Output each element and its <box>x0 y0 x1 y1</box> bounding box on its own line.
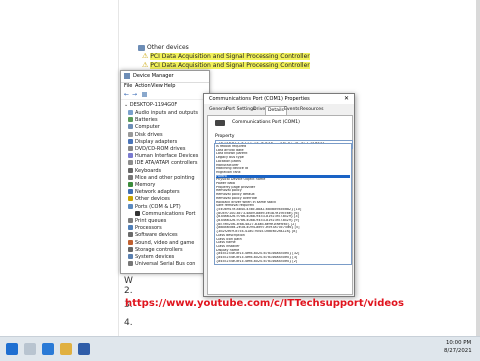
scrollbar-track[interactable] <box>476 0 480 360</box>
close-icon[interactable]: ✕ <box>344 94 349 104</box>
devices-icon <box>138 44 145 51</box>
device-category-row[interactable]: Processors <box>128 225 162 232</box>
property-label: Property <box>215 134 235 139</box>
word-icon[interactable] <box>78 343 90 355</box>
menu-help[interactable]: Help <box>164 83 175 89</box>
device-category-row[interactable]: Disk drives <box>128 131 163 139</box>
device-category-icon <box>128 160 133 166</box>
doc-fragment: 4. <box>124 318 133 328</box>
device-category-row[interactable]: Other devices <box>128 196 170 203</box>
dialog-title: Communications Port (COM1) Properties <box>209 96 310 102</box>
device-category-row[interactable]: Memory <box>128 182 155 189</box>
port-icon <box>215 120 225 126</box>
device-category-icon <box>135 210 140 216</box>
device-category-row[interactable]: Mice and other pointing <box>128 174 195 182</box>
device-category-icon <box>128 167 133 173</box>
device-category-icon <box>128 254 133 259</box>
device-category-row[interactable]: DVD/CD-ROM drives <box>128 146 185 153</box>
overlay-url-text: https://www.youtube.com/c/ITTechsupport/… <box>125 298 404 309</box>
other-devices-label: Other devices <box>138 44 189 51</box>
clock-date[interactable]: 8/27/2021 <box>444 348 472 354</box>
device-name: Communications Port (COM1) <box>232 120 300 125</box>
menu-view[interactable]: View <box>151 83 163 89</box>
device-category-row[interactable]: Computer <box>128 124 160 131</box>
device-category-icon <box>128 261 133 267</box>
dropdown-option[interactable]: {a45c254e-df1c-4efd-8020-67d146a850e0} [… <box>216 260 350 263</box>
computer-node[interactable]: ⌄ DESKTOP-1194G0F <box>124 102 177 109</box>
device-category-icon <box>128 117 133 123</box>
device-category-row[interactable]: Print queues <box>128 218 166 225</box>
device-category-icon <box>128 182 133 187</box>
device-category-icon <box>128 239 133 245</box>
device-category-row[interactable]: Human Interface Devices <box>128 153 198 160</box>
warning-icon: ⚠ <box>142 61 149 69</box>
document-left-pane <box>0 0 119 360</box>
device-category-icon <box>128 146 133 151</box>
device-category-icon <box>128 138 133 144</box>
search-icon[interactable] <box>24 343 36 355</box>
properties-titlebar[interactable]: Communications Port (COM1) Properties ✕ <box>204 94 354 104</box>
device-category-icon <box>128 153 133 159</box>
device-category-icon <box>128 124 133 130</box>
device-category-row[interactable]: Network adapters <box>128 189 180 196</box>
device-category-icon <box>128 131 133 137</box>
device-category-row[interactable]: Software devices <box>128 232 178 239</box>
device-manager-icon <box>124 73 130 79</box>
back-icon[interactable]: ← <box>124 91 129 98</box>
device-category-row[interactable]: IDE ATA/ATAPI controllers <box>128 160 198 167</box>
tab-resources[interactable]: Resources <box>298 106 325 114</box>
device-category-row[interactable]: Keyboards <box>128 167 161 175</box>
device-category-icon <box>128 174 133 180</box>
clock-time[interactable]: 10:00 PM <box>446 340 471 346</box>
file-explorer-icon[interactable] <box>60 343 72 355</box>
start-icon[interactable] <box>6 343 18 355</box>
device-category-row[interactable]: Ports (COM & LPT) <box>128 203 181 211</box>
device-category-row[interactable]: Storage controllers <box>128 246 183 254</box>
properties-dialog[interactable]: Communications Port (COM1) Properties ✕ … <box>203 93 355 297</box>
property-dropdown-list[interactable]: Is reboot required Last arrival date Last … <box>214 143 352 265</box>
device-category-row[interactable]: Sound, video and game <box>128 239 194 247</box>
tab-bar: General Port Settings Driver Details Eve… <box>207 106 352 115</box>
device-category-row[interactable]: Communications Port <box>135 210 196 218</box>
hl-item-2: ⚠ PCI Data Acquisition and Signal Process… <box>142 61 310 69</box>
menu-file[interactable]: File <box>124 83 132 89</box>
menu-bar: File Action View Help <box>121 82 209 90</box>
device-category-icon <box>128 246 133 252</box>
toolbar: ← → <box>121 90 209 100</box>
device-category-icon <box>128 196 133 202</box>
device-category-icon <box>128 203 133 209</box>
device-category-row[interactable]: Display adapters <box>128 138 177 146</box>
device-category-row[interactable]: Universal Serial Bus con <box>128 261 195 268</box>
properties-icon[interactable] <box>142 92 147 97</box>
device-category-icon <box>128 189 133 195</box>
taskbar: 10:00 PM 8/27/2021 <box>0 336 480 361</box>
doc-fragment: 2. <box>124 286 133 296</box>
device-category-icon <box>128 218 133 223</box>
edge-icon[interactable] <box>42 343 54 355</box>
device-manager-window[interactable]: Device Manager File Action View Help ← →… <box>120 70 210 274</box>
device-category-icon <box>128 232 133 238</box>
menu-action[interactable]: Action <box>135 83 151 89</box>
window-title: Device Manager <box>133 73 174 79</box>
device-category-row[interactable]: Batteries <box>128 117 158 124</box>
forward-icon[interactable]: → <box>132 91 137 98</box>
device-category-icon <box>128 110 133 115</box>
device-category-row[interactable]: Audio inputs and outputs <box>128 110 198 117</box>
device-category-icon <box>128 225 133 231</box>
doc-fragment: W <box>124 276 133 286</box>
warning-icon: ⚠ <box>142 52 149 60</box>
device-category-row[interactable]: System devices <box>128 254 174 261</box>
hl-item-1: ⚠ PCI Data Acquisition and Signal Process… <box>142 52 310 60</box>
